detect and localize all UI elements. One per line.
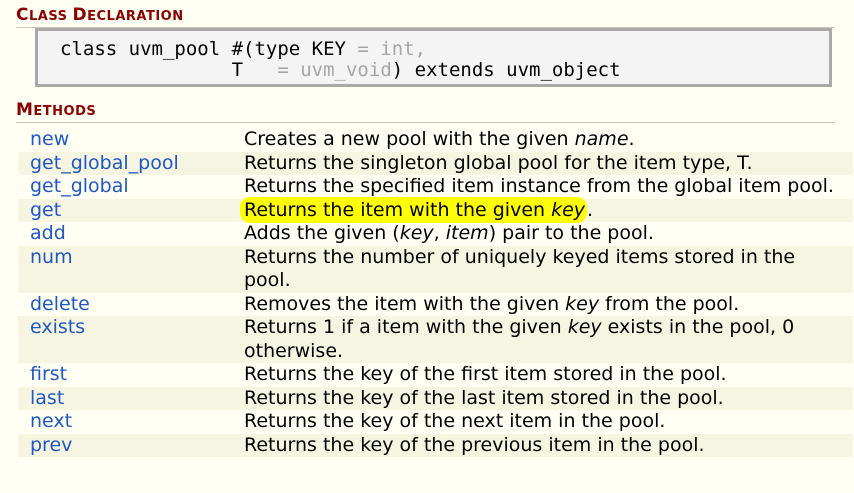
method-link-get-global[interactable]: get_global [30,175,129,199]
method-row-get: get Returns the item with the given key. [18,196,853,223]
method-link-get[interactable]: get [30,199,61,223]
method-description: Returns the key of the first item stored… [244,363,727,385]
method-link-next[interactable]: next [30,410,72,434]
method-description: Creates a new pool with the given name. [244,128,635,150]
method-row-exists: exists Returns 1 if a item with the give… [18,316,853,363]
method-link-get-global-pool[interactable]: get_global_pool [30,152,179,176]
method-description: Returns the specified item instance from… [244,175,834,197]
method-row-add: add Adds the given (key, item) pair to t… [18,222,853,246]
method-row-get-global-pool: get_global_pool Returns the singleton gl… [18,151,853,176]
method-row-get-global: get_global Returns the specified item in… [18,175,853,199]
method-row-next: next Returns the key of the next item in… [18,410,853,434]
method-description: Removes the item with the given key from… [244,292,740,315]
method-description: Returns the key of the next item in the … [244,410,666,432]
method-row-new: new Creates a new pool with the given na… [18,128,853,152]
highlighted-text: Returns the item with the given key [240,196,588,223]
divider [16,122,834,123]
method-row-delete: delete Removes the item with the given k… [18,293,853,317]
method-link-new[interactable]: new [30,128,69,152]
method-link-add[interactable]: add [30,222,66,246]
method-link-delete[interactable]: delete [30,293,90,317]
code-declaration-box: class uvm_pool #(type KEY = int, T = uvm… [35,28,832,87]
method-row-prev: prev Returns the key of the previous ite… [18,433,853,458]
code-line: T = uvm_void) extends uvm_object [231,59,621,81]
method-link-exists[interactable]: exists [30,316,85,340]
method-description: Returns the item with the given key. [240,196,844,223]
methods-table: new Creates a new pool with the given na… [18,128,853,457]
method-link-last[interactable]: last [30,387,64,411]
method-description: Returns the singleton global pool for th… [244,151,753,174]
method-description: Returns the number of uniquely keyed ite… [244,245,796,292]
method-row-last: last Returns the key of the last item st… [18,386,853,411]
method-description: Returns the key of the last item stored … [244,386,724,409]
method-row-num: num Returns the number of uniquely keyed… [18,245,853,293]
method-link-first[interactable]: first [30,363,67,387]
method-description: Returns 1 if a item with the given key e… [244,316,795,362]
methods-heading: METHODS [16,100,97,120]
method-link-prev[interactable]: prev [30,434,72,458]
class-declaration-heading: CLASS DECLARATION [16,5,184,25]
method-description: Returns the key of the previous item in … [244,433,705,456]
code-line: class uvm_pool #(type KEY = int, [60,38,427,60]
method-link-num[interactable]: num [30,246,73,270]
method-description: Adds the given (key, item) pair to the p… [244,222,654,244]
method-row-first: first Returns the key of the first item … [18,363,853,387]
